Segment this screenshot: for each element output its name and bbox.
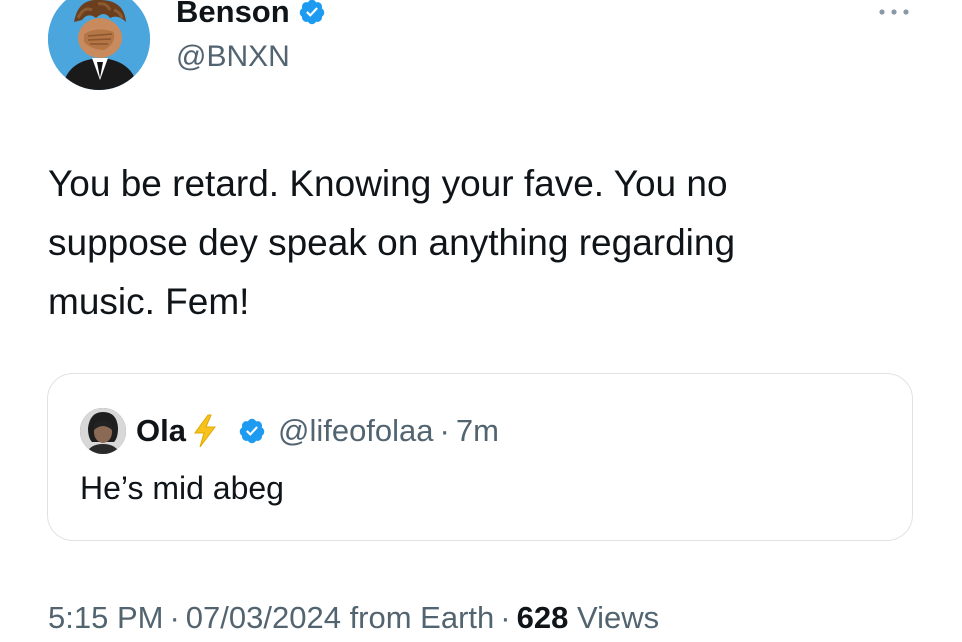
more-options-icon[interactable] (876, 4, 912, 20)
quoted-tweet-card[interactable]: Ola @lifeofolaa · 7m He’s mid abeg (47, 373, 913, 541)
author-avatar[interactable] (48, 0, 150, 90)
author-name[interactable]: Benson (176, 0, 326, 30)
author-handle[interactable]: @BNXN (176, 40, 290, 74)
quoted-author-handle[interactable]: @lifeofolaa (278, 413, 434, 449)
quoted-author-avatar[interactable] (80, 408, 126, 454)
views-count[interactable]: 628 (517, 600, 569, 635)
tweet-date[interactable]: 07/03/2024 (186, 600, 341, 635)
quoted-tweet-header: Ola @lifeofolaa · 7m (136, 408, 499, 454)
views-label: Views (576, 600, 660, 635)
separator-dot: · (169, 600, 180, 635)
tweet-source: from Earth (349, 600, 495, 635)
separator-dot: · (500, 600, 511, 635)
lightning-bolt-icon (190, 413, 220, 449)
verified-badge-icon (298, 0, 326, 26)
author-name-text: Benson (176, 0, 290, 29)
tweet-detail: Benson @BNXN You be retard. Knowing your… (0, 0, 962, 642)
quoted-author-name[interactable]: Ola (136, 413, 186, 449)
separator-dot: · (439, 413, 450, 448)
verified-badge-icon (238, 417, 266, 445)
quoted-tweet-text: He’s mid abeg (80, 470, 284, 506)
tweet-text: You be retard. Knowing your fave. You no… (48, 163, 736, 322)
tweet-time[interactable]: 5:15 PM (48, 600, 163, 635)
quoted-tweet-time[interactable]: 7m (456, 413, 499, 449)
tweet-meta: 5:15 PM · 07/03/2024 from Earth · 628 Views (48, 600, 659, 636)
